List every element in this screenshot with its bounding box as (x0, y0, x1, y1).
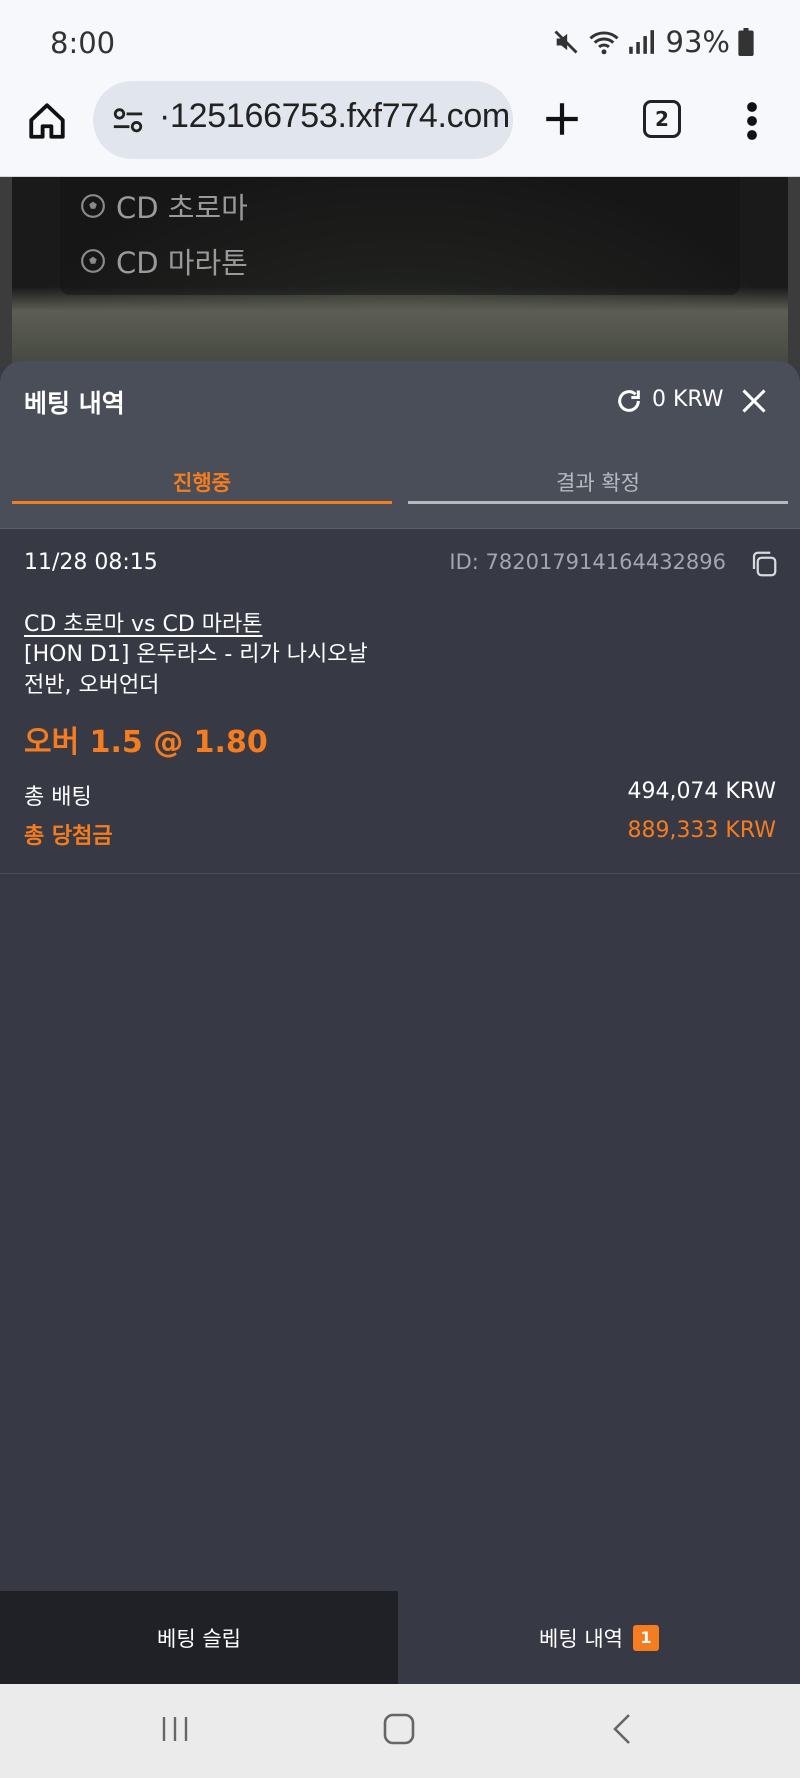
bet-count-badge: 1 (632, 1624, 659, 1651)
background-page: CD 초로마 CD 마라톤 (0, 177, 800, 367)
url-text[interactable]: ·125166753.fxf774.com (159, 97, 510, 136)
market-name: 전반, 오버언더 (24, 673, 160, 698)
browser-toolbar: ·125166753.fxf774.com 2 (0, 81, 800, 177)
team-list: CD 초로마 CD 마라톤 (60, 177, 740, 295)
tab-settled[interactable]: 결과 확정 (408, 441, 788, 528)
battery-icon (738, 28, 754, 56)
tab-indicator (408, 501, 788, 504)
bet-selection: 오버 1.5 @ 1.80 (24, 725, 268, 760)
refresh-icon[interactable] (615, 387, 643, 415)
bet-history-label: 베팅 내역 (539, 1626, 623, 1651)
signal-icon (628, 30, 654, 54)
bottom-tabs: 베팅 슬립 베팅 내역 1 (0, 1591, 800, 1684)
mute-icon (554, 30, 578, 54)
status-tabs: 진행중 결과 확정 (0, 441, 800, 529)
team-name: CD 마라톤 (116, 246, 248, 280)
total-stake-label: 총 배팅 (24, 785, 92, 810)
recents-icon[interactable] (160, 1714, 190, 1744)
site-info-icon[interactable] (111, 104, 145, 138)
total-win-value: 889,333 KRW (627, 818, 776, 843)
balance-amount: 0 KRW (652, 387, 724, 412)
team-name: CD 초로마 (116, 191, 248, 225)
team-item[interactable]: CD 마라톤 (80, 241, 248, 281)
status-time: 8:00 (50, 26, 116, 60)
copy-icon[interactable] (749, 549, 779, 579)
bet-card: 11/28 08:15 ID: 782017914164432896 CD 초로… (0, 529, 800, 874)
league-name: [HON D1] 온두라스 - 리가 나시오날 (24, 642, 368, 667)
sheet-title: 베팅 내역 (24, 389, 125, 418)
match-link[interactable]: CD 초로마 vs CD 마라톤 (24, 606, 263, 638)
bet-history-sheet: 베팅 내역 0 KRW 진행중 결과 확정 11/28 08:15 ID: 78… (0, 361, 800, 1684)
soccer-ball-icon (81, 249, 105, 273)
new-tab-icon[interactable] (541, 98, 583, 140)
bet-slip-tab[interactable]: 베팅 슬립 (0, 1591, 398, 1684)
battery-level: 93% (665, 25, 730, 59)
home-nav-icon[interactable] (383, 1712, 415, 1746)
more-menu-icon[interactable] (742, 100, 762, 142)
total-stake-value: 494,074 KRW (627, 779, 776, 804)
bet-slip-label: 베팅 슬립 (157, 1626, 241, 1651)
total-win-label: 총 당첨금 (24, 824, 113, 849)
wifi-icon (588, 31, 619, 55)
sheet-header: 베팅 내역 0 KRW (0, 361, 800, 442)
tab-switcher-button[interactable]: 2 (643, 100, 681, 138)
status-bar: 8:00 93% (0, 0, 800, 86)
tab-in-progress[interactable]: 진행중 (12, 441, 392, 528)
bet-date: 11/28 08:15 (24, 550, 158, 575)
address-bar[interactable]: ·125166753.fxf774.com (93, 81, 513, 159)
system-nav-bar (0, 1684, 800, 1778)
bet-id: ID: 782017914164432896 (449, 550, 726, 574)
close-icon[interactable] (740, 387, 768, 415)
bet-history-tab[interactable]: 베팅 내역 1 (398, 1591, 800, 1684)
tab-indicator (12, 501, 392, 504)
tab-label: 결과 확정 (556, 471, 640, 495)
team-item[interactable]: CD 초로마 (80, 186, 248, 226)
home-icon[interactable] (26, 100, 68, 142)
tab-label: 진행중 (173, 471, 231, 495)
back-icon[interactable] (610, 1712, 634, 1746)
field-image (12, 287, 788, 367)
status-icons: 93% (552, 24, 754, 60)
soccer-ball-icon (81, 194, 105, 218)
